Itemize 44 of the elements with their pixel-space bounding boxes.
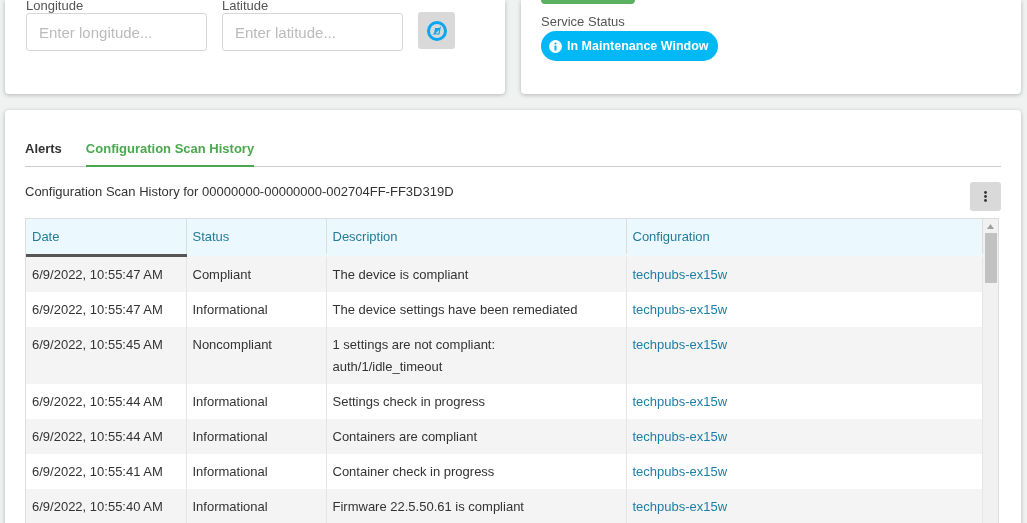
- configuration-link[interactable]: techpubs-ex15w: [632, 499, 728, 514]
- configuration-link[interactable]: techpubs-ex15w: [632, 302, 728, 317]
- date-cell: 6/9/2022, 10:55:40 AM: [26, 489, 186, 523]
- more-button[interactable]: [970, 182, 1001, 211]
- description-text: Firmware 22.5.50.61 is compliant: [332, 499, 525, 514]
- longitude-label: Longitude: [26, 0, 85, 12]
- date-cell: 6/9/2022, 10:55:45 AM: [26, 327, 186, 384]
- configuration-link[interactable]: techpubs-ex15w: [632, 394, 728, 409]
- scroll-thumb[interactable]: [984, 233, 997, 283]
- latitude-label: Latitude: [222, 0, 270, 12]
- longitude-field[interactable]: Enter longitude...: [26, 13, 207, 51]
- column-header[interactable]: Date: [26, 219, 186, 256]
- latitude-field[interactable]: Enter latitude...: [222, 13, 403, 51]
- status-cell: Informational: [186, 419, 326, 454]
- description-text: Container check in progress: [332, 464, 496, 479]
- description-text: The device is compliant: [332, 267, 470, 282]
- configuration-link[interactable]: techpubs-ex15w: [632, 267, 728, 282]
- column-header[interactable]: Status: [186, 219, 326, 256]
- description-text: 1 settings are not compliant:: [332, 337, 497, 352]
- column-header[interactable]: Configuration: [626, 219, 983, 256]
- compass-icon: [425, 19, 448, 42]
- date-cell: 6/9/2022, 10:55:44 AM: [26, 419, 186, 454]
- configuration-link[interactable]: techpubs-ex15w: [632, 337, 728, 352]
- tab[interactable]: Configuration Scan History: [85, 132, 255, 167]
- column-header[interactable]: Description: [326, 219, 626, 256]
- description-text: Containers are compliant: [332, 429, 479, 444]
- date-cell: 6/9/2022, 10:55:47 AM: [26, 255, 186, 292]
- more-icon: [984, 191, 987, 202]
- service-status-label: Service Status: [541, 14, 626, 29]
- description-text: The device settings have been remediated: [332, 302, 579, 317]
- scroll-up-icon: [987, 224, 994, 229]
- configuration-link[interactable]: techpubs-ex15w: [632, 464, 728, 479]
- locate-button[interactable]: [418, 12, 455, 49]
- status-cell: Compliant: [186, 255, 326, 292]
- scrollbar[interactable]: [983, 219, 998, 523]
- status-cell: Informational: [186, 489, 326, 523]
- info-icon: [549, 39, 562, 53]
- status-cell: Noncompliant: [186, 327, 326, 384]
- description-text: Settings check in progress: [332, 394, 486, 409]
- history-title: Configuration Scan History for 00000000-00000000-002704FF-FF3D319D: [25, 184, 454, 199]
- configuration-link[interactable]: techpubs-ex15w: [632, 429, 728, 444]
- description-text: auth/1/idle_timeout: [332, 359, 444, 374]
- badge-text: In Maintenance Window: [567, 39, 709, 53]
- tab[interactable]: Alerts: [25, 132, 62, 167]
